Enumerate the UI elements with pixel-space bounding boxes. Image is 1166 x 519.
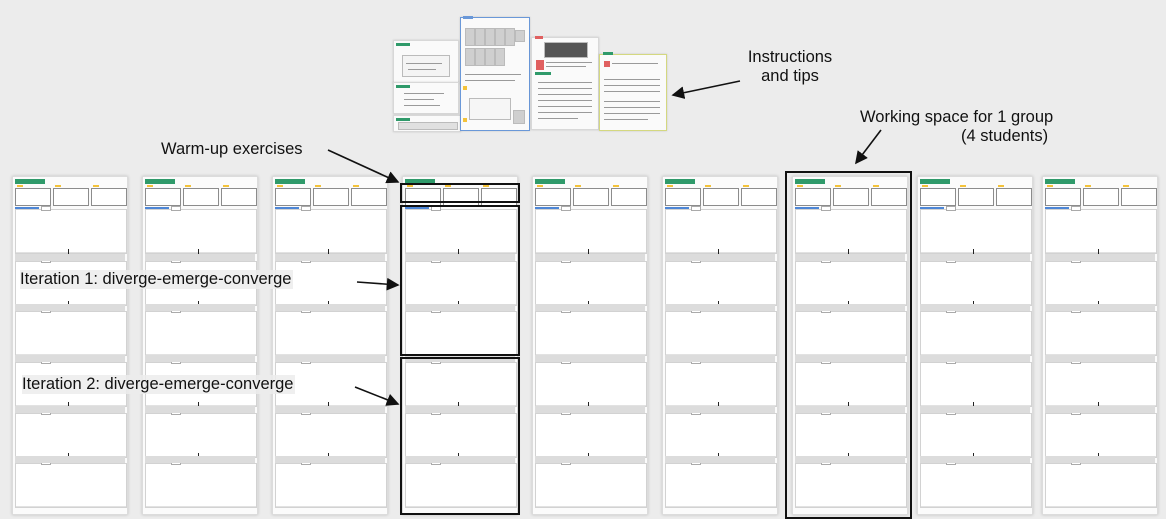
arrow-to-working-space [855,129,882,165]
arrow-to-warmup [327,149,400,184]
arrow-to-iteration2 [354,386,400,406]
arrow-to-iteration1 [356,277,400,291]
annotation-arrows [327,80,882,406]
arrow-to-instructions [671,80,741,99]
